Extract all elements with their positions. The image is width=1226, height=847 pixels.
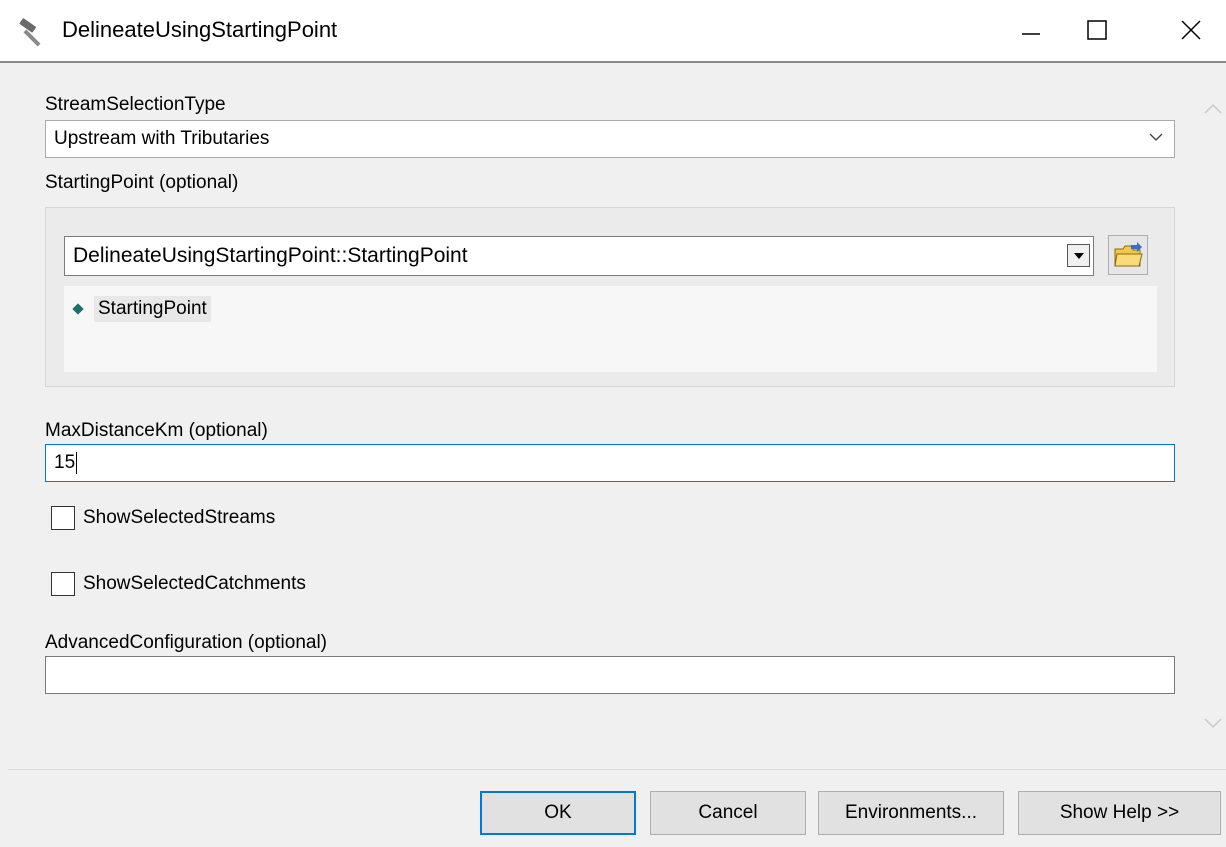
cancel-button[interactable]: Cancel [650, 791, 806, 835]
show-streams-checkbox[interactable] [51, 506, 75, 530]
footer-divider [8, 769, 1226, 770]
form-panel: StreamSelectionType Upstream with Tribut… [8, 65, 1200, 765]
chevron-down-icon [1149, 133, 1163, 141]
max-distance-input[interactable]: 15 [45, 444, 1175, 482]
starting-point-combo-value: DelineateUsingStartingPoint::StartingPoi… [73, 244, 468, 267]
maximize-button[interactable] [1066, 0, 1128, 60]
triangle-down-icon [1073, 252, 1084, 259]
starting-point-list: StartingPoint [64, 286, 1157, 372]
advanced-config-input[interactable] [45, 656, 1175, 694]
stream-selection-dropdown[interactable]: Upstream with Tributaries [45, 120, 1175, 158]
hammer-icon [19, 18, 41, 47]
stream-selection-label: StreamSelectionType [45, 94, 226, 115]
list-item[interactable]: StartingPoint [72, 296, 211, 322]
minimize-icon [1022, 33, 1040, 35]
close-button[interactable] [1160, 0, 1222, 60]
minimize-button[interactable] [1000, 0, 1062, 60]
starting-point-label: StartingPoint (optional) [45, 172, 239, 193]
maximize-icon [1087, 20, 1107, 40]
show-catchments-checkbox-row[interactable]: ShowSelectedCatchments [51, 572, 306, 596]
scroll-down-icon[interactable] [1200, 710, 1226, 736]
stream-selection-value: Upstream with Tributaries [54, 128, 270, 149]
starting-point-combo[interactable]: DelineateUsingStartingPoint::StartingPoi… [64, 236, 1094, 276]
show-catchments-checkbox[interactable] [51, 572, 75, 596]
environments-button[interactable]: Environments... [818, 791, 1004, 835]
show-streams-checkbox-row[interactable]: ShowSelectedStreams [51, 506, 275, 530]
title-bar: DelineateUsingStartingPoint [0, 0, 1226, 63]
text-caret [76, 452, 78, 474]
show-help-button[interactable]: Show Help >> [1018, 791, 1221, 835]
point-icon [72, 303, 84, 315]
combo-dropdown-button[interactable] [1067, 244, 1090, 267]
browse-button[interactable] [1108, 235, 1148, 275]
show-streams-label: ShowSelectedStreams [83, 507, 276, 528]
advanced-config-label: AdvancedConfiguration (optional) [45, 632, 328, 653]
folder-icon [1114, 242, 1143, 267]
show-catchments-label: ShowSelectedCatchments [83, 573, 306, 594]
scroll-up-icon[interactable] [1200, 96, 1226, 122]
close-icon [1181, 20, 1201, 40]
list-item-label: StartingPoint [94, 296, 211, 322]
window-title: DelineateUsingStartingPoint [62, 17, 338, 42]
ok-button[interactable]: OK [480, 791, 636, 835]
starting-point-group: DelineateUsingStartingPoint::StartingPoi… [45, 207, 1175, 387]
max-distance-value: 15 [54, 452, 76, 473]
max-distance-label: MaxDistanceKm (optional) [45, 420, 268, 441]
